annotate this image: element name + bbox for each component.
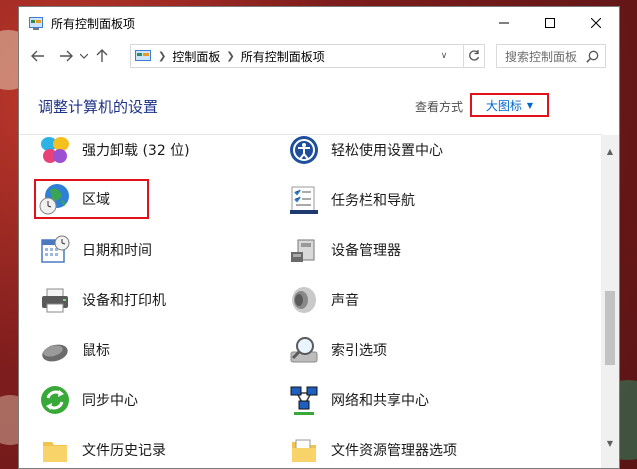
chevron-right-icon: ❯ bbox=[158, 50, 167, 62]
close-icon bbox=[591, 18, 601, 28]
item-uninstaller[interactable]: 强力卸载 (32 位) bbox=[38, 135, 190, 170]
folder-options-icon bbox=[287, 433, 321, 467]
sync-icon bbox=[38, 383, 72, 417]
minimize-icon bbox=[499, 22, 509, 24]
control-panel-icon bbox=[135, 50, 151, 61]
up-button[interactable] bbox=[91, 43, 113, 69]
chevron-down-icon bbox=[80, 53, 88, 59]
page-title: 调整计算机的设置 bbox=[38, 98, 159, 116]
item-ease-of-access[interactable]: 轻松使用设置中心 bbox=[287, 135, 443, 170]
control-panel-icon bbox=[29, 17, 43, 30]
refresh-button[interactable] bbox=[463, 45, 484, 67]
arrow-left-icon bbox=[31, 50, 44, 62]
vertical-scrollbar[interactable]: ▲ ▼ bbox=[601, 135, 619, 468]
view-by-label: 查看方式 bbox=[415, 100, 464, 114]
item-network-sharing[interactable]: 网络和共享中心 bbox=[287, 380, 429, 420]
taskbar-icon bbox=[287, 183, 321, 217]
content-header: 调整计算机的设置 查看方式 大图标 ▼ bbox=[19, 93, 619, 123]
item-device-manager[interactable]: 设备管理器 bbox=[287, 230, 401, 270]
item-label: 鼠标 bbox=[82, 343, 110, 359]
item-mouse[interactable]: 鼠标 bbox=[38, 330, 110, 370]
item-taskbar-navigation[interactable]: 任务栏和导航 bbox=[287, 180, 415, 220]
navigation-bar: ❯ 控制面板 ❯ 所有控制面板项 ∨ 搜索控制面板 bbox=[19, 39, 619, 73]
arrow-up-icon bbox=[96, 49, 108, 62]
forward-button[interactable] bbox=[55, 43, 77, 69]
item-label: 同步中心 bbox=[82, 393, 138, 409]
refresh-icon bbox=[469, 50, 480, 61]
search-box[interactable]: 搜索控制面板 bbox=[496, 44, 606, 68]
globe-clock-icon bbox=[38, 182, 72, 216]
search-placeholder: 搜索控制面板 bbox=[505, 49, 578, 64]
caret-down-icon: ▼ bbox=[606, 438, 614, 448]
item-sound[interactable]: 声音 bbox=[287, 280, 359, 320]
item-label: 日期和时间 bbox=[82, 243, 152, 259]
arrow-right-icon bbox=[60, 50, 73, 62]
folder-history-icon bbox=[38, 433, 72, 467]
item-label: 设备和打印机 bbox=[82, 293, 166, 309]
breadcrumb-item[interactable]: 所有控制面板项 bbox=[241, 48, 325, 65]
address-dropdown-button[interactable]: ∨ bbox=[434, 45, 454, 67]
calendar-clock-icon bbox=[38, 233, 72, 267]
item-label: 声音 bbox=[331, 293, 359, 309]
butterfly-icon bbox=[38, 135, 72, 167]
close-button[interactable] bbox=[573, 7, 619, 39]
printer-icon bbox=[38, 283, 72, 317]
item-file-history[interactable]: 文件历史记录 bbox=[38, 430, 166, 468]
scroll-down-button[interactable]: ▼ bbox=[601, 435, 619, 451]
item-label: 索引选项 bbox=[331, 343, 387, 359]
item-label: 区域 bbox=[82, 192, 110, 208]
chevron-down-icon: ∨ bbox=[440, 51, 448, 61]
item-label: 文件资源管理器选项 bbox=[331, 443, 457, 459]
item-region[interactable]: 区域 bbox=[34, 179, 149, 219]
view-by-value: 大图标 bbox=[485, 98, 522, 113]
view-by-dropdown[interactable]: 大图标 ▼ bbox=[470, 93, 549, 117]
window-title: 所有控制面板项 bbox=[51, 16, 136, 31]
mouse-icon bbox=[38, 333, 72, 367]
breadcrumb-item[interactable]: 控制面板 bbox=[172, 48, 220, 65]
search-icon bbox=[586, 50, 599, 63]
item-label: 轻松使用设置中心 bbox=[331, 143, 443, 159]
item-label: 文件历史记录 bbox=[82, 443, 166, 459]
item-devices-printers[interactable]: 设备和打印机 bbox=[38, 280, 166, 320]
item-label: 网络和共享中心 bbox=[331, 393, 429, 409]
caret-up-icon: ▲ bbox=[606, 146, 614, 156]
maximize-icon bbox=[545, 18, 555, 28]
item-file-explorer-options[interactable]: 文件资源管理器选项 bbox=[287, 430, 457, 468]
indexing-icon bbox=[287, 333, 321, 367]
caret-down-icon: ▼ bbox=[526, 100, 534, 110]
speaker-icon bbox=[287, 283, 321, 317]
item-indexing-options[interactable]: 索引选项 bbox=[287, 330, 387, 370]
device-manager-icon bbox=[287, 233, 321, 267]
title-bar[interactable]: 所有控制面板项 bbox=[19, 7, 619, 39]
back-button[interactable] bbox=[27, 43, 49, 69]
scroll-up-button[interactable]: ▲ bbox=[601, 143, 619, 159]
recent-locations-button[interactable] bbox=[77, 43, 91, 69]
ease-of-access-icon bbox=[287, 135, 321, 167]
chevron-right-icon: ❯ bbox=[226, 50, 235, 62]
address-bar[interactable]: ❯ 控制面板 ❯ 所有控制面板项 ∨ bbox=[130, 44, 485, 68]
scrollbar-thumb[interactable] bbox=[605, 291, 615, 365]
item-label: 任务栏和导航 bbox=[331, 193, 415, 209]
item-sync-center[interactable]: 同步中心 bbox=[38, 380, 138, 420]
maximize-button[interactable] bbox=[527, 7, 573, 39]
item-date-time[interactable]: 日期和时间 bbox=[38, 230, 152, 270]
item-label: 强力卸载 (32 位) bbox=[82, 143, 190, 159]
network-icon bbox=[287, 383, 321, 417]
control-panel-window: 所有控制面板项 ❯ 控制面板 ❯ 所有控制面板项 ∨ 搜索控制面板 调整计算机的… bbox=[18, 6, 620, 469]
item-label: 设备管理器 bbox=[331, 243, 401, 259]
minimize-button[interactable] bbox=[481, 7, 527, 39]
control-panel-items: 强力卸载 (32 位) 区域 日期和时间 设备和打印机 鼠标 同步中心 文件历史… bbox=[19, 135, 602, 468]
